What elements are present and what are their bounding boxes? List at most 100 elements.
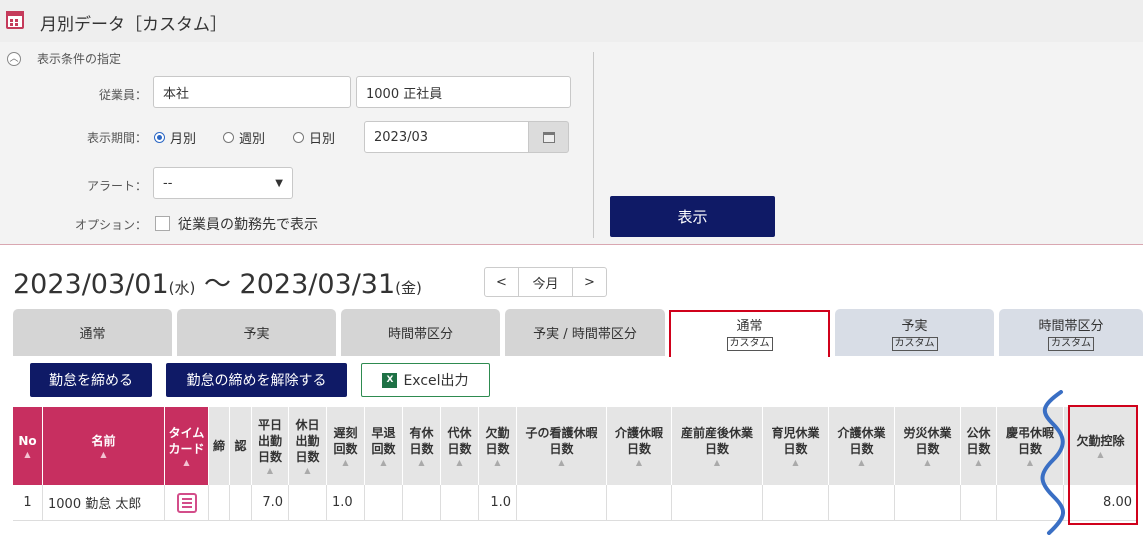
period-monthly-radio[interactable]: 月別 <box>154 128 196 147</box>
column-header[interactable]: No ▲ <box>13 407 43 485</box>
close-attendance-button[interactable]: 勤怠を締める <box>30 363 152 397</box>
period-date-field[interactable]: 2023/03 <box>364 121 530 153</box>
column-header-label: 日数 <box>447 442 472 456</box>
column-header[interactable]: 育児休業 日数 ▲ <box>763 407 829 485</box>
column-header-label: 日数 <box>704 442 729 456</box>
column-header-label: 回数 <box>371 442 396 456</box>
date-range: 2023/03/01(水) 〜 2023/03/31(金) <box>13 262 422 301</box>
collapse-icon[interactable]: ︿ <box>7 52 21 66</box>
column-header[interactable]: 産前産後休業 日数 ▲ <box>672 407 763 485</box>
column-header-label: 公休 <box>966 426 991 440</box>
active-tab-highlight <box>669 310 830 359</box>
page-title: 月別データ［カスタム］ <box>40 15 227 35</box>
period-monthly-label: 月別 <box>170 132 197 147</box>
table-cell <box>230 485 252 521</box>
tab-plan-actual-time-zone[interactable]: 予実 / 時間帯区分 <box>505 309 665 356</box>
table-cell: 7.0 <box>252 485 289 521</box>
start-dow: (水) <box>168 279 196 297</box>
unclose-attendance-button[interactable]: 勤怠の締めを解除する <box>166 363 347 397</box>
tab-time-zone-custom[interactable]: 時間帯区分 カスタム <box>999 309 1143 356</box>
column-header-label: タイム <box>168 426 205 440</box>
employee-org-field[interactable]: 本社 <box>153 76 351 108</box>
table-cell <box>895 485 961 521</box>
next-month-button[interactable]: > <box>572 268 606 296</box>
period-daily-label: 日別 <box>309 132 336 147</box>
column-header[interactable]: 公休 日数 ▲ <box>961 407 997 485</box>
table-cell: 1.0 <box>327 485 365 521</box>
column-header-label: 日数 <box>915 442 940 456</box>
option-label: オプション： <box>74 218 147 232</box>
employee-field[interactable]: 1000 正社員 <box>356 76 571 108</box>
tab-label: 予実 / 時間帯区分 <box>533 327 637 342</box>
start-date: 2023/03/01 <box>13 269 169 300</box>
work-location-label: 従業員の勤務先で表示 <box>178 217 318 233</box>
tab-plan-actual[interactable]: 予実 <box>177 309 336 356</box>
column-header-label: 休日 <box>295 418 320 432</box>
tab-label: 予実 <box>901 318 928 334</box>
column-header-label: 日数 <box>409 442 434 456</box>
column-header-label: カード <box>168 442 205 456</box>
column-header-label: 出勤 <box>257 434 282 448</box>
sort-icon: ▲ <box>858 458 865 467</box>
work-location-checkbox[interactable] <box>155 216 170 231</box>
excel-icon: X <box>382 372 398 388</box>
timecard-icon[interactable] <box>176 492 197 513</box>
tab-time-zone[interactable]: 時間帯区分 <box>341 309 500 356</box>
column-header[interactable]: 子の看護休暇 日数 ▲ <box>517 407 607 485</box>
column-header[interactable]: 介護休業 日数 ▲ <box>829 407 895 485</box>
column-header[interactable]: 労災休業 日数 ▲ <box>895 407 961 485</box>
column-header[interactable]: タイムカード ▲ <box>165 407 209 485</box>
column-header-label: No <box>18 434 37 448</box>
alert-select[interactable]: -- ▼ <box>153 167 293 199</box>
radio-checked-icon <box>154 132 165 143</box>
end-dow: (金) <box>395 279 422 297</box>
range-separator: 〜 <box>203 269 231 300</box>
table-cell <box>829 485 895 521</box>
prev-month-button[interactable]: < <box>485 268 519 296</box>
sort-icon: ▲ <box>924 458 931 467</box>
period-daily-radio[interactable]: 日別 <box>293 128 335 147</box>
column-header[interactable]: 休日 出勤 日数 ▲ <box>289 407 327 485</box>
column-header[interactable]: 名前 ▲ <box>43 407 165 485</box>
column-header[interactable]: 認 <box>230 407 252 485</box>
column-header[interactable]: 締 <box>209 407 230 485</box>
excel-export-button[interactable]: X Excel出力 <box>361 363 490 397</box>
sort-icon: ▲ <box>342 458 349 467</box>
column-header[interactable]: 平日 出勤 日数 ▲ <box>252 407 289 485</box>
column-header[interactable]: 遅刻 回数 ▲ <box>327 407 365 485</box>
table-cell <box>209 485 230 521</box>
sort-icon: ▲ <box>558 458 565 467</box>
column-header[interactable]: 欠勤 日数 ▲ <box>479 407 517 485</box>
table-cell: 1 <box>13 485 43 521</box>
table-cell <box>961 485 997 521</box>
sort-icon: ▲ <box>456 458 463 467</box>
column-header[interactable]: 早退 回数 ▲ <box>365 407 403 485</box>
column-header[interactable]: 有休 日数 ▲ <box>403 407 441 485</box>
column-header[interactable]: 介護休暇 日数 ▲ <box>607 407 672 485</box>
tab-label: 時間帯区分 <box>1038 318 1104 334</box>
sort-icon: ▲ <box>975 458 982 467</box>
sort-icon: ▲ <box>266 466 274 475</box>
table-cell <box>763 485 829 521</box>
sort-icon: ▲ <box>635 458 643 467</box>
column-header-label: 欠勤 <box>485 426 510 440</box>
sort-icon: ▲ <box>100 450 107 459</box>
table-cell <box>672 485 763 521</box>
employee-label: 従業員： <box>98 88 147 102</box>
this-month-button[interactable]: 今月 <box>519 268 572 296</box>
calendar-button[interactable] <box>528 121 569 153</box>
column-header[interactable]: 代休 日数 ▲ <box>441 407 479 485</box>
tab-plan-actual-custom[interactable]: 予実 カスタム <box>835 309 994 356</box>
tab-normal[interactable]: 通常 <box>13 309 172 356</box>
column-header-label: 早退 <box>371 426 396 440</box>
column-header-label: 回数 <box>333 442 358 456</box>
table-cell <box>403 485 441 521</box>
column-header-label: 日数 <box>549 442 574 456</box>
sort-icon: ▲ <box>183 458 190 467</box>
column-header-label: 日数 <box>783 442 808 456</box>
deduction-column-highlight <box>1068 405 1138 525</box>
table-cell: 1.0 <box>479 485 517 521</box>
sort-icon: ▲ <box>792 458 799 467</box>
period-weekly-radio[interactable]: 週別 <box>223 128 265 147</box>
show-button[interactable]: 表示 <box>610 196 775 237</box>
